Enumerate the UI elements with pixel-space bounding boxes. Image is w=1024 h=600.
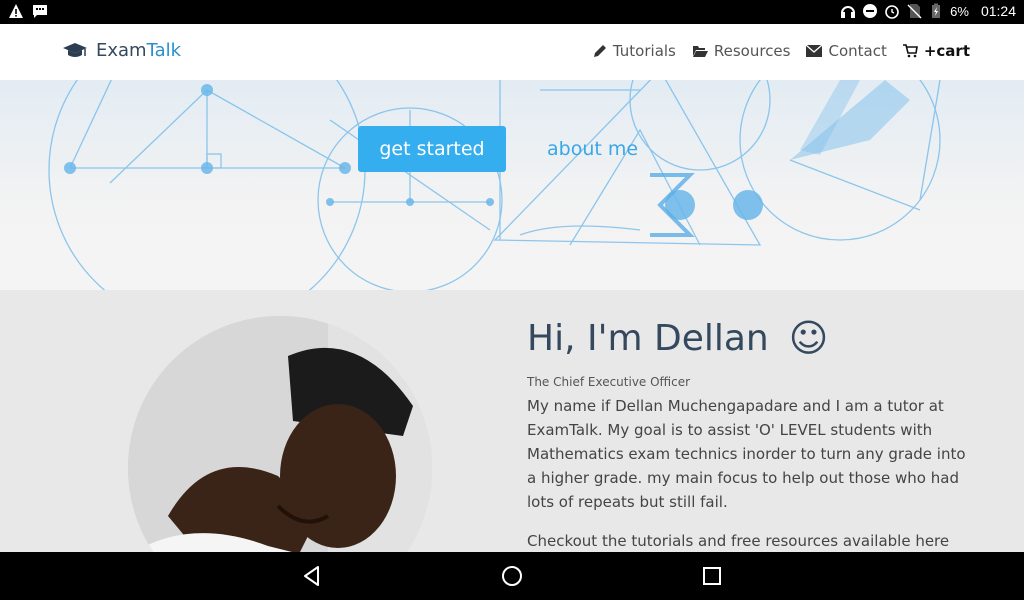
nav-contact-label: Contact xyxy=(828,42,887,60)
graduation-cap-icon xyxy=(63,42,87,57)
about-me-link[interactable]: about me xyxy=(547,138,638,160)
back-icon[interactable] xyxy=(300,564,324,588)
alarm-icon xyxy=(885,5,899,19)
checkout-text: Checkout the tutorials and free resource… xyxy=(527,532,950,550)
nav-tutorials[interactable]: Tutorials xyxy=(593,42,676,60)
message-icon xyxy=(33,5,47,18)
status-bar: 6% 01:24 xyxy=(0,0,1024,24)
pencil-icon xyxy=(593,45,606,57)
top-navbar: ExamTalk Tutorials Resources Contact +ca… xyxy=(0,24,1024,80)
battery-charging-icon xyxy=(932,3,941,18)
nav-resources[interactable]: Resources xyxy=(692,42,791,60)
brand-name-part1: Exam xyxy=(96,40,147,61)
nav-resources-label: Resources xyxy=(713,42,791,60)
system-navigation-bar xyxy=(0,552,1024,600)
no-sim-icon xyxy=(907,4,922,19)
folder-open-icon xyxy=(692,46,708,57)
nav-cart[interactable]: +cart xyxy=(902,42,970,60)
smiley-icon: ☺ xyxy=(788,316,829,360)
profile-role: The Chief Executive Officer xyxy=(527,375,691,389)
profile-section: Hi, I'm Dellan ☺ The Chief Executive Off… xyxy=(0,290,1024,552)
warning-icon xyxy=(9,4,23,18)
nav-contact[interactable]: Contact xyxy=(806,42,887,60)
brand-logo-link[interactable]: ExamTalk xyxy=(62,40,181,61)
profile-photo xyxy=(128,316,432,552)
profile-bio: My name if Dellan Muchengapadare and I a… xyxy=(527,397,966,511)
math-diagram-background xyxy=(48,80,941,290)
brand-name-part2: Talk xyxy=(146,40,182,61)
cart-icon xyxy=(902,44,918,58)
battery-percent: 6% xyxy=(950,3,969,19)
clock: 01:24 xyxy=(980,3,1016,19)
nav-cart-label: +cart xyxy=(923,42,970,60)
do-not-disturb-icon xyxy=(863,4,878,18)
envelope-icon xyxy=(806,45,823,57)
profile-heading: Hi, I'm Dellan xyxy=(527,317,769,359)
nav-tutorials-label: Tutorials xyxy=(612,42,676,60)
get-started-button[interactable]: get started xyxy=(358,126,506,172)
hero-banner: get started about me xyxy=(0,80,1024,290)
recents-icon[interactable] xyxy=(700,564,724,588)
home-icon[interactable] xyxy=(500,564,524,588)
headphones-icon xyxy=(841,6,856,18)
